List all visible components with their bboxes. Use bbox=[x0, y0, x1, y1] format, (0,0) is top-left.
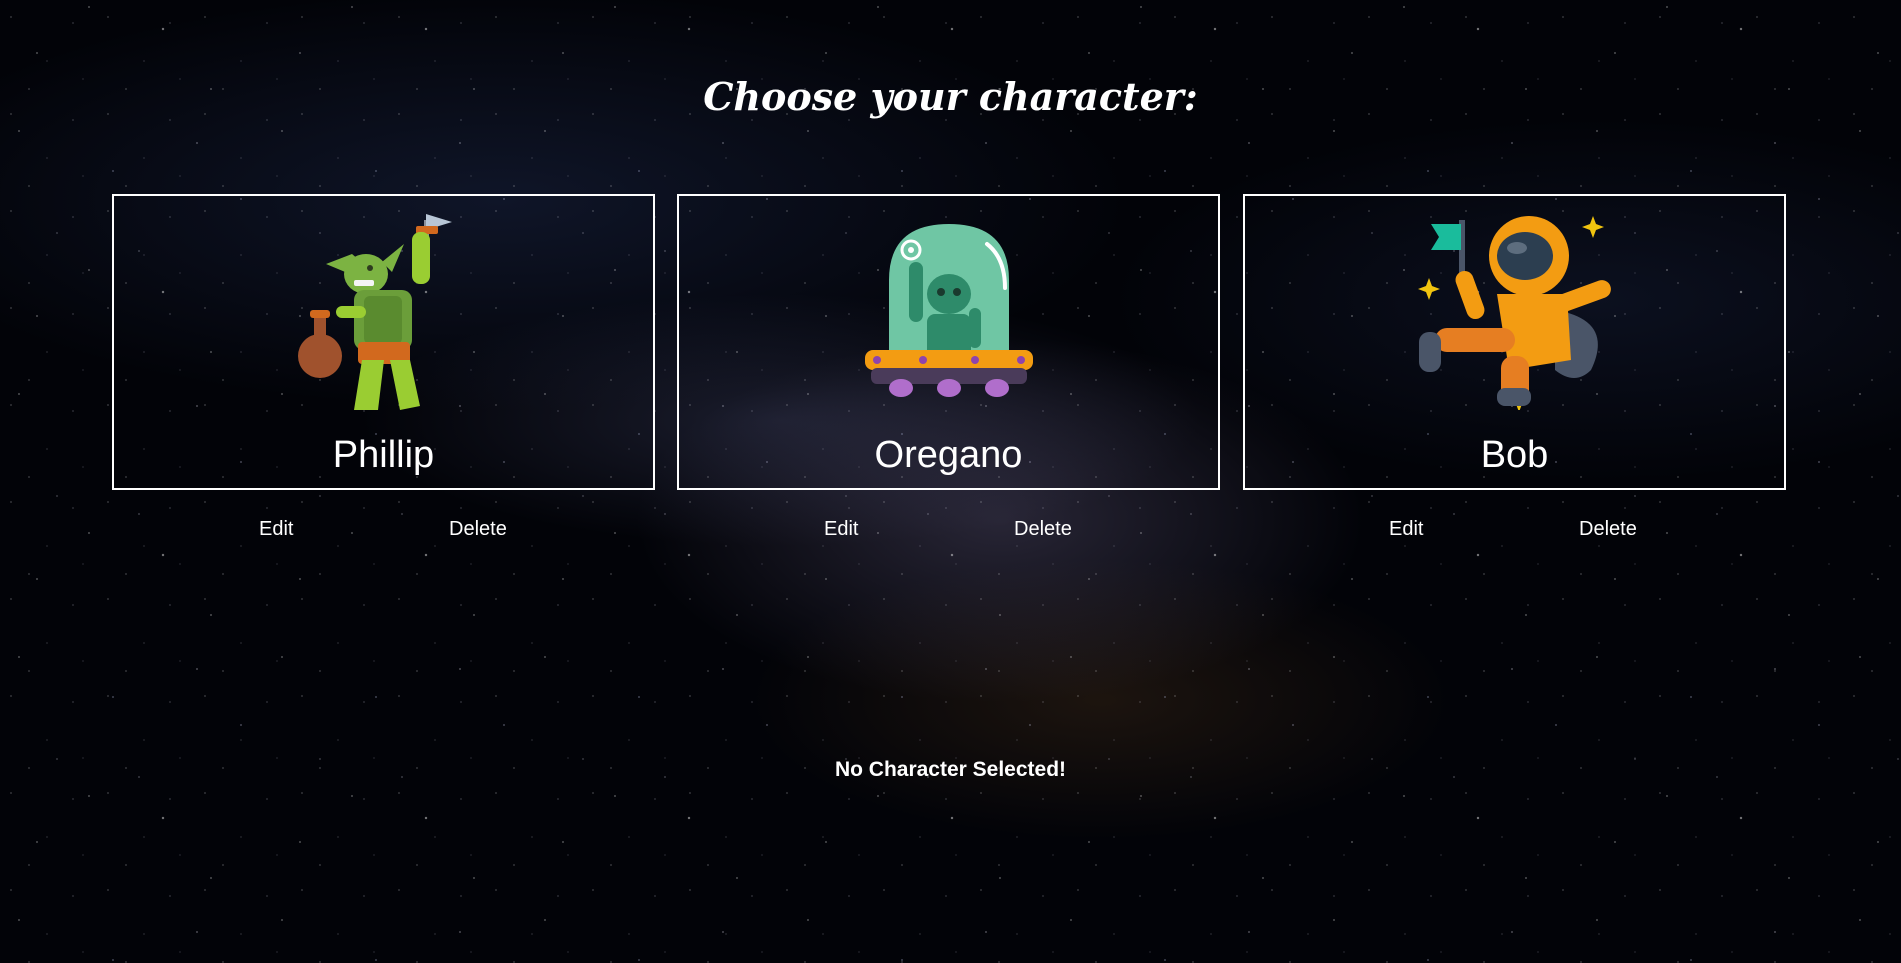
selection-status: No Character Selected! bbox=[834, 758, 1067, 781]
character-name: Bob bbox=[1480, 434, 1549, 476]
edit-button-phillip[interactable]: Edit bbox=[259, 518, 293, 541]
character-name: Oregano bbox=[874, 434, 1023, 476]
character-card-oregano[interactable]: Oregano bbox=[677, 194, 1220, 490]
edit-button-bob[interactable]: Edit bbox=[1389, 518, 1423, 541]
edit-button-oregano[interactable]: Edit bbox=[824, 518, 858, 541]
delete-button-oregano[interactable]: Delete bbox=[1014, 518, 1072, 541]
astronaut-icon bbox=[1417, 216, 1611, 410]
character-card-phillip[interactable]: Phillip bbox=[112, 194, 655, 490]
goblin-icon bbox=[297, 214, 452, 410]
delete-button-phillip[interactable]: Delete bbox=[449, 518, 507, 541]
character-card-bob[interactable]: Bob bbox=[1243, 194, 1786, 490]
page-title: Choose your character: bbox=[703, 74, 1198, 119]
delete-button-bob[interactable]: Delete bbox=[1579, 518, 1637, 541]
alien-ufo-icon bbox=[864, 224, 1033, 397]
character-name: Phillip bbox=[332, 434, 435, 476]
